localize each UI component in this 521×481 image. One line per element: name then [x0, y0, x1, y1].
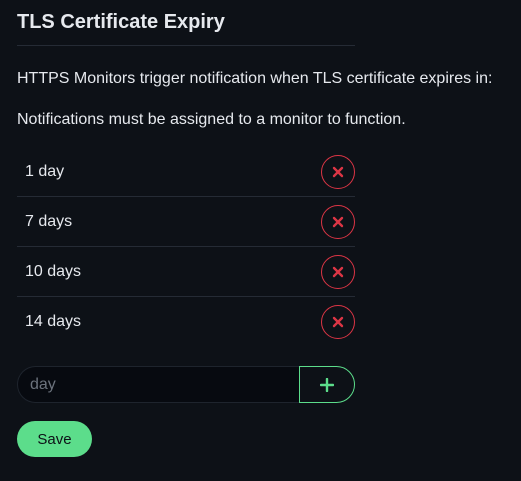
section-title: TLS Certificate Expiry — [17, 9, 355, 46]
add-day-button[interactable] — [299, 366, 355, 403]
list-item: 7 days — [17, 197, 355, 247]
x-icon — [332, 216, 344, 227]
list-item: 14 days — [17, 297, 355, 347]
remove-day-button[interactable] — [321, 305, 355, 339]
expiry-day-label: 1 day — [25, 162, 65, 180]
add-day-form — [17, 366, 355, 403]
list-item: 1 day — [17, 147, 355, 197]
expiry-day-label: 10 days — [25, 262, 82, 280]
x-icon — [332, 266, 344, 277]
remove-day-button[interactable] — [321, 154, 355, 189]
tls-expiry-settings: TLS Certificate Expiry HTTPS Monitors tr… — [0, 0, 521, 481]
x-icon — [332, 316, 344, 328]
save-button[interactable]: Save — [17, 421, 92, 457]
list-item: 10 days — [17, 247, 355, 297]
remove-day-button[interactable] — [321, 254, 355, 289]
expiry-day-label: 14 days — [25, 313, 82, 330]
remove-day-button[interactable] — [321, 204, 355, 239]
expiry-days-list: 1 day 7 days 10 days 14 days — [17, 147, 355, 347]
day-input[interactable] — [17, 366, 299, 403]
section-description: HTTPS Monitors trigger notification when… — [17, 70, 493, 87]
expiry-day-label: 7 days — [25, 212, 73, 230]
x-icon — [332, 166, 344, 177]
plus-icon — [320, 377, 334, 392]
section-note: Notifications must be assigned to a moni… — [17, 111, 406, 128]
